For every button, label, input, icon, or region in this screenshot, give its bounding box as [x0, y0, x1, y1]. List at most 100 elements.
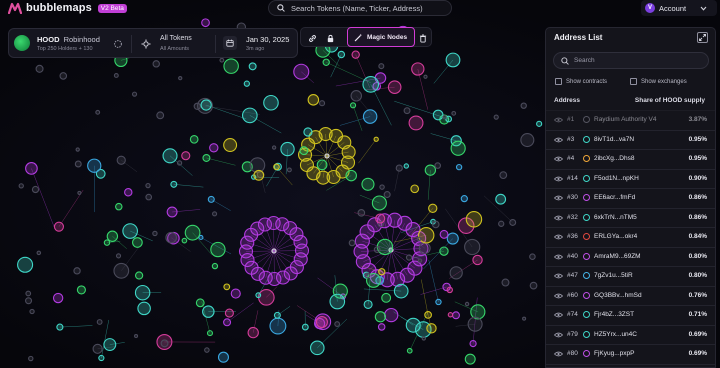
holder-bubble[interactable] — [145, 193, 153, 201]
holder-bubble[interactable] — [322, 58, 330, 66]
holder-bubble[interactable] — [178, 75, 183, 81]
holder-bubble[interactable] — [334, 321, 341, 327]
holder-bubble[interactable] — [424, 311, 432, 319]
holder-bubble[interactable] — [95, 109, 101, 115]
table-row[interactable]: #32 6xkTrN...nTM5 0.86% — [546, 207, 715, 228]
holder-bubble[interactable] — [115, 202, 123, 211]
eye-icon[interactable] — [554, 332, 563, 338]
table-row[interactable]: #36 ERLGYa...okr4 0.84% — [546, 227, 715, 247]
holder-bubble[interactable] — [464, 301, 470, 307]
holder-bubble[interactable] — [25, 297, 33, 305]
holder-bubble[interactable] — [442, 114, 447, 120]
holder-bubble[interactable] — [241, 107, 258, 124]
holder-bubble[interactable] — [280, 141, 295, 157]
holder-bubble[interactable] — [450, 140, 466, 156]
holder-bubble[interactable] — [309, 340, 325, 356]
holder-bubble[interactable] — [384, 307, 399, 323]
holder-bubble[interactable] — [446, 232, 459, 245]
holder-bubble[interactable] — [184, 224, 201, 241]
holder-bubble[interactable] — [431, 220, 440, 229]
eye-icon[interactable] — [554, 254, 563, 260]
eye-icon[interactable] — [554, 195, 563, 201]
holder-bubble[interactable] — [375, 213, 386, 224]
holder-bubble[interactable] — [271, 248, 277, 254]
holder-bubble[interactable] — [207, 195, 215, 203]
holder-bubble[interactable] — [77, 190, 82, 195]
holder-bubble[interactable] — [156, 111, 165, 120]
holder-bubble[interactable] — [223, 138, 238, 153]
holder-bubble[interactable] — [75, 147, 80, 152]
holder-bubble[interactable] — [373, 136, 379, 142]
eye-icon[interactable] — [554, 215, 563, 221]
holder-bubble[interactable] — [417, 258, 423, 263]
holder-bubble[interactable] — [193, 102, 201, 110]
table-row[interactable]: #47 7gZv1u...5tiR 0.80% — [546, 266, 715, 286]
holder-bubble[interactable] — [201, 18, 210, 28]
holder-bubble[interactable] — [362, 109, 378, 124]
holder-bubble[interactable] — [364, 272, 371, 279]
holder-bubble[interactable] — [230, 288, 241, 299]
table-row[interactable]: #79 HZ5Yrx...un4C 0.69% — [546, 324, 715, 345]
holder-bubble[interactable] — [224, 308, 234, 318]
logo[interactable]: bubblemaps V2 Beta — [8, 2, 127, 14]
holder-bubble[interactable] — [166, 206, 178, 218]
eye-icon[interactable] — [554, 156, 563, 162]
holder-bubble[interactable] — [17, 256, 34, 273]
token-search[interactable]: Search Tokens (Name, Ticker, Address) — [268, 0, 452, 16]
holder-bubble[interactable] — [423, 74, 428, 79]
eye-icon[interactable] — [554, 176, 563, 182]
holder-bubble[interactable] — [116, 155, 126, 165]
holder-bubble[interactable] — [152, 60, 160, 68]
table-row[interactable]: #14 F5od1N...npKH 0.90% — [546, 168, 715, 189]
holder-bubble[interactable] — [248, 62, 257, 71]
holder-bubble[interactable] — [269, 317, 287, 335]
holder-bubble[interactable] — [204, 347, 210, 353]
holder-bubble[interactable] — [434, 162, 442, 169]
holder-bubble[interactable] — [303, 127, 313, 137]
holder-bubble[interactable] — [137, 301, 151, 316]
holder-bubble[interactable] — [376, 238, 394, 256]
holder-bubble[interactable] — [271, 145, 277, 150]
holder-bubble[interactable] — [263, 94, 279, 111]
holder-bubble[interactable] — [165, 231, 178, 244]
holder-bubble[interactable] — [357, 209, 366, 217]
holder-bubble[interactable] — [379, 184, 385, 190]
token-card[interactable]: HOOD Robinhood Top 250 Holders + 130 All… — [8, 28, 298, 58]
holder-bubble[interactable] — [498, 220, 505, 227]
all-tokens-filter[interactable]: All Tokens — [160, 35, 192, 42]
holder-bubble[interactable] — [406, 347, 413, 354]
holder-bubble[interactable] — [408, 115, 424, 131]
holder-bubble[interactable] — [189, 134, 199, 144]
holder-bubble[interactable] — [445, 52, 461, 68]
holder-bubble[interactable] — [361, 177, 375, 191]
holder-bubble[interactable] — [96, 319, 103, 325]
holder-bubble[interactable] — [113, 73, 119, 78]
holder-bubble[interactable] — [472, 254, 483, 266]
holder-bubble[interactable] — [273, 163, 280, 171]
holder-bubble[interactable] — [451, 311, 460, 320]
holder-bubble[interactable] — [405, 254, 413, 261]
holder-bubble[interactable] — [98, 354, 105, 362]
holder-bubble[interactable] — [247, 326, 259, 339]
holder-bubble[interactable] — [381, 292, 392, 303]
holder-bubble[interactable] — [53, 221, 64, 232]
holder-bubble[interactable] — [92, 343, 103, 354]
holder-bubble[interactable] — [403, 107, 411, 115]
holder-bubble[interactable] — [181, 237, 188, 244]
holder-bubble[interactable] — [439, 229, 449, 239]
holder-bubble[interactable] — [363, 299, 373, 309]
holder-bubble[interactable] — [435, 298, 442, 306]
magic-nodes-button[interactable]: Magic Nodes — [347, 27, 415, 47]
holder-bubble[interactable] — [134, 284, 151, 301]
holder-bubble[interactable] — [35, 64, 44, 73]
holder-bubble[interactable] — [499, 171, 508, 180]
holder-bubble[interactable] — [145, 182, 151, 189]
holder-bubble[interactable] — [133, 333, 139, 339]
holder-bubble[interactable] — [36, 250, 42, 256]
holder-bubble[interactable] — [115, 253, 122, 259]
holder-bubble[interactable] — [181, 151, 191, 161]
link-button[interactable] — [305, 31, 319, 45]
holder-bubble[interactable] — [393, 283, 409, 299]
holder-bubble[interactable] — [253, 169, 265, 181]
holder-bubble[interactable] — [307, 94, 320, 106]
